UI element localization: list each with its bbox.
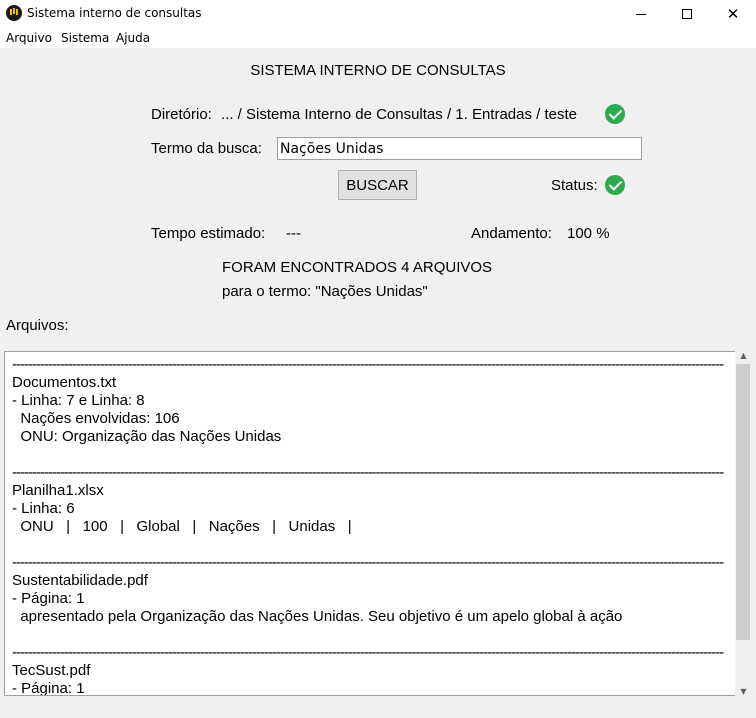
result-filename: TecSust.pdf <box>12 662 91 679</box>
minimize-button[interactable] <box>618 0 664 28</box>
result-separator: ----------------------------------------… <box>12 554 724 571</box>
status-ok-check-icon <box>605 175 625 195</box>
time-label: Tempo estimado: <box>151 225 266 242</box>
close-icon: ✕ <box>726 5 740 23</box>
progress-label: Andamento: <box>471 225 552 242</box>
title-bar: Sistema interno de consultas ✕ <box>0 0 756 28</box>
maximize-icon <box>682 9 692 19</box>
progress-value: 100 % <box>567 225 610 242</box>
search-button[interactable]: BUSCAR <box>338 170 417 200</box>
result-spacer <box>12 446 724 464</box>
search-input[interactable] <box>277 137 642 160</box>
result-filename: Documentos.txt <box>12 374 117 391</box>
search-label: Termo da busca: <box>151 140 262 157</box>
menu-bar: Arquivo Sistema Ajuda <box>0 28 756 48</box>
summary-count: FORAM ENCONTRADOS 4 ARQUIVOS <box>222 259 493 276</box>
close-button[interactable]: ✕ <box>710 0 756 28</box>
scroll-down-icon[interactable]: ▼ <box>735 683 752 700</box>
result-line: apresentado pela Organização das Nações … <box>12 608 623 625</box>
window-title: Sistema interno de consultas <box>27 6 202 20</box>
result-line: ONU: Organização das Nações Unidas <box>12 428 282 445</box>
result-line: - Linha: 6 <box>12 500 75 517</box>
result-spacer <box>12 536 724 554</box>
minimize-icon <box>636 13 646 15</box>
result-separator: ----------------------------------------… <box>12 356 724 373</box>
result-filename: Sustentabilidade.pdf <box>12 572 148 589</box>
result-separator: ----------------------------------------… <box>12 644 724 661</box>
result-line: ONU | 100 | Global | Nações | Unidas | <box>12 518 352 535</box>
result-filename: Planilha1.xlsx <box>12 482 104 499</box>
result-line: Nações envolvidas: 106 <box>12 410 180 427</box>
result-separator: ----------------------------------------… <box>12 464 724 481</box>
maximize-button[interactable] <box>664 0 710 28</box>
menu-ajuda[interactable]: Ajuda <box>116 31 150 45</box>
results-content: ----------------------------------------… <box>12 356 724 696</box>
result-line: - Página: 1 <box>12 590 85 607</box>
results-scrollbar[interactable]: ▲ ▼ <box>735 347 752 700</box>
scroll-up-icon[interactable]: ▲ <box>735 347 752 364</box>
menu-arquivo[interactable]: Arquivo <box>6 31 52 45</box>
directory-ok-check-icon <box>605 104 625 124</box>
directory-label: Diretório: <box>151 106 212 123</box>
results-text-area[interactable]: ----------------------------------------… <box>4 351 736 696</box>
result-line: - Linha: 7 e Linha: 8 <box>12 392 145 409</box>
status-label: Status: <box>551 177 598 194</box>
time-value: --- <box>286 225 301 242</box>
summary-term: para o termo: "Nações Unidas" <box>222 283 428 300</box>
page-title: SISTEMA INTERNO DE CONSULTAS <box>250 62 506 79</box>
result-spacer <box>12 626 724 644</box>
directory-path: ... / Sistema Interno de Consultas / 1. … <box>221 106 578 123</box>
menu-sistema[interactable]: Sistema <box>61 31 109 45</box>
app-logo-icon <box>6 5 22 21</box>
files-label: Arquivos: <box>6 317 69 334</box>
result-line: - Página: 1 <box>12 680 85 696</box>
scrollbar-thumb[interactable] <box>736 364 750 640</box>
